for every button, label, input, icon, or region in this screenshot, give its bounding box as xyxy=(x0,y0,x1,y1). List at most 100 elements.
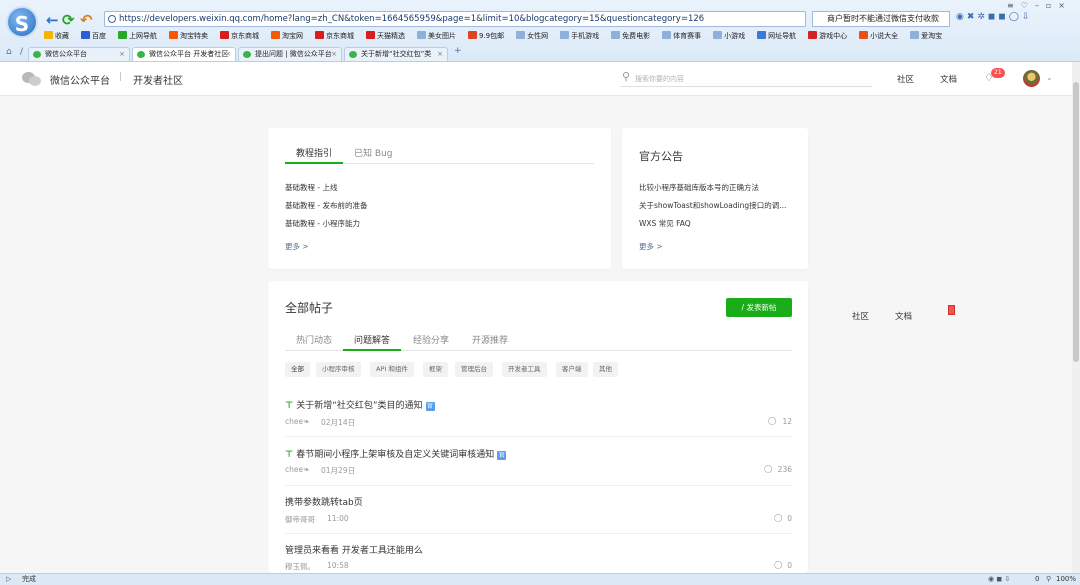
undo-icon[interactable]: ↶ xyxy=(80,11,93,29)
bookmark-item[interactable]: 体育赛事 xyxy=(662,31,707,40)
tab-2[interactable]: 微信公众平台 开发者社区 × xyxy=(132,47,236,61)
filter-framework[interactable]: 框架 xyxy=(423,362,448,377)
bookmark-item[interactable]: 手机游戏 xyxy=(560,31,605,40)
tab-close-icon[interactable]: × xyxy=(225,48,231,61)
bookmark-item[interactable]: 京东商城 xyxy=(315,31,360,40)
new-post-button[interactable]: / 发表新帖 xyxy=(726,298,792,317)
site-header: 微信公众平台 | 开发者社区 ⚲ 搜索你要的内容 社区 文档 ♢ 21 ⌄ xyxy=(0,62,1080,96)
window-controls[interactable]: ≡♡–▫× xyxy=(1007,1,1072,10)
tutorial-link[interactable]: 基础教程 - 发布前的准备 xyxy=(285,200,367,211)
back-arrow-icon[interactable]: ← xyxy=(46,11,59,29)
chevron-down-icon[interactable]: ⌄ xyxy=(1046,73,1053,82)
bookmark-item[interactable]: 小说大全 xyxy=(859,31,904,40)
browser-search-input[interactable]: 商户暂时不能通过微信支付收款 xyxy=(812,11,950,27)
bookmark-label: 免费电影 xyxy=(622,32,651,40)
nav-community[interactable]: 社区 xyxy=(897,73,914,85)
browser-logo[interactable]: S xyxy=(6,6,38,38)
post-author[interactable]: 穆玉佩。 xyxy=(285,561,315,572)
announcement-card: 官方公告 比较小程序基础库版本号的正确方法 关于showToast和showLo… xyxy=(622,128,808,269)
refresh-icon[interactable]: ⟳ xyxy=(62,11,75,29)
sidebar-toggle-icon[interactable]: ▷ xyxy=(6,574,11,585)
tab-hot[interactable]: 热门动态 xyxy=(296,333,332,346)
announcement-more-link[interactable]: 更多 > xyxy=(639,241,663,252)
tutorial-link[interactable]: 基础教程 - 上线 xyxy=(285,182,337,193)
post-title[interactable]: 携带参数跳转tab页 xyxy=(285,495,363,508)
tab-opensource[interactable]: 开源推荐 xyxy=(472,333,508,346)
status-icons[interactable]: ◉ ◼ ⇩ xyxy=(988,574,1010,585)
post-author[interactable]: 御帝哥哥 xyxy=(285,514,315,525)
bookmark-item[interactable]: 淘宝特卖 xyxy=(169,31,214,40)
section-name[interactable]: 开发者社区 xyxy=(133,72,183,87)
post-title[interactable]: ⊤ 关于新增“社交红包”类目的通知官 xyxy=(285,398,435,411)
announcement-link[interactable]: 比较小程序基础库版本号的正确方法 xyxy=(639,182,759,193)
tab-tutorial[interactable]: 教程指引 xyxy=(296,146,332,159)
menu-icon[interactable]: ≡ xyxy=(1007,1,1021,10)
browser-chrome: S ← ⟳ ↶ https://developers.weixin.qq.com… xyxy=(0,0,1080,62)
bookmark-item[interactable]: 免费电影 xyxy=(611,31,656,40)
restore-icon[interactable]: ▫ xyxy=(1046,1,1058,10)
home-icon[interactable]: ⌂ xyxy=(6,47,12,57)
page-scrollbar[interactable] xyxy=(1072,62,1080,573)
brand-name[interactable]: 微信公众平台 xyxy=(50,72,110,87)
bookmark-item[interactable]: 京东商城 xyxy=(220,31,265,40)
post-title[interactable]: ⊤ 春节期间小程序上架审核及自定义关键词审核通知官 xyxy=(285,447,507,460)
bookmark-item[interactable]: 女性网 xyxy=(516,31,554,40)
post-title[interactable]: 管理员来看看 开发者工具还能用么 xyxy=(285,543,423,556)
announcement-link[interactable]: 关于showToast和showLoading接口的调... xyxy=(639,200,786,211)
bookmark-item[interactable]: 网址导航 xyxy=(757,31,802,40)
tab-4[interactable]: 关于新增“社交红包”类 × xyxy=(344,47,448,61)
address-bar[interactable]: https://developers.weixin.qq.com/home?la… xyxy=(104,11,806,27)
tab-qa[interactable]: 问题解答 xyxy=(354,333,390,346)
bookmark-item[interactable]: 小游戏 xyxy=(713,31,751,40)
skin-icon[interactable]: ♡ xyxy=(1021,1,1035,10)
filter-api[interactable]: API 和组件 xyxy=(370,362,414,377)
filter-client[interactable]: 客户端 xyxy=(556,362,588,377)
new-tab-icon[interactable]: + xyxy=(454,46,462,56)
tab-experience[interactable]: 经验分享 xyxy=(413,333,449,346)
wechat-favicon-icon xyxy=(33,51,41,58)
tab-list-icon[interactable]: ∕ xyxy=(20,47,23,57)
post-title-text: 关于新增“社交红包”类目的通知 xyxy=(296,401,423,411)
announcement-link[interactable]: WXS 常见 FAQ xyxy=(639,218,691,229)
tab-close-icon[interactable]: × xyxy=(119,48,125,61)
floating-nav-community[interactable]: 社区 xyxy=(852,310,869,322)
tutorial-more-link[interactable]: 更多 > xyxy=(285,241,309,252)
toolbar-icons[interactable]: ◉✖✲◼◼◯⇩ xyxy=(956,12,1033,22)
post-date: 02月14日 xyxy=(321,418,356,427)
close-icon[interactable]: × xyxy=(1058,1,1072,10)
bookmark-item[interactable]: 美女图片 xyxy=(417,31,462,40)
comment-count: 12 xyxy=(782,417,792,426)
tab-1[interactable]: 微信公众平台 × xyxy=(28,47,130,61)
post-author[interactable]: chee❧ xyxy=(285,465,309,474)
bookmark-item[interactable]: 爱淘宝 xyxy=(910,31,948,40)
bookmark-item[interactable]: 9.9包邮 xyxy=(468,31,510,40)
bookmark-item[interactable]: 上网导航 xyxy=(118,31,163,40)
bookmark-item[interactable]: 收藏 xyxy=(44,31,75,40)
bookmark-item[interactable]: 天猫精选 xyxy=(366,31,411,40)
bookmark-label: 京东商城 xyxy=(231,32,259,40)
bookmark-item[interactable]: 百度 xyxy=(81,31,112,40)
bookmark-item[interactable]: 游戏中心 xyxy=(808,31,853,40)
floating-nav-docs[interactable]: 文档 xyxy=(895,310,912,322)
filter-review[interactable]: 小程序审核 xyxy=(316,362,361,377)
avatar[interactable] xyxy=(1023,70,1040,87)
nav-docs[interactable]: 文档 xyxy=(940,73,957,85)
tab-close-icon[interactable]: × xyxy=(437,48,443,61)
tab-close-icon[interactable]: × xyxy=(331,48,337,61)
site-search-input[interactable]: ⚲ 搜索你要的内容 xyxy=(620,70,872,87)
bookmark-icon xyxy=(81,31,90,39)
zoom-level[interactable]: 100% xyxy=(1056,574,1076,585)
bookmark-item[interactable]: 淘宝网 xyxy=(271,31,309,40)
tutorial-link[interactable]: 基础教程 - 小程序能力 xyxy=(285,218,360,229)
tab-known-bugs[interactable]: 已知 Bug xyxy=(354,146,392,159)
filter-devtools[interactable]: 开发者工具 xyxy=(502,362,547,377)
filter-all[interactable]: 全部 xyxy=(285,362,310,377)
bookmark-label: 京东商城 xyxy=(326,32,354,40)
bookmark-icon xyxy=(118,31,127,39)
filter-other[interactable]: 其他 xyxy=(593,362,618,377)
tab-3[interactable]: 提出问题 | 微信公众平台 × xyxy=(238,47,342,61)
minimize-icon[interactable]: – xyxy=(1035,1,1046,10)
filter-admin[interactable]: 管理后台 xyxy=(455,362,493,377)
scrollbar-thumb[interactable] xyxy=(1073,82,1079,362)
post-author[interactable]: chee❧ xyxy=(285,417,309,426)
